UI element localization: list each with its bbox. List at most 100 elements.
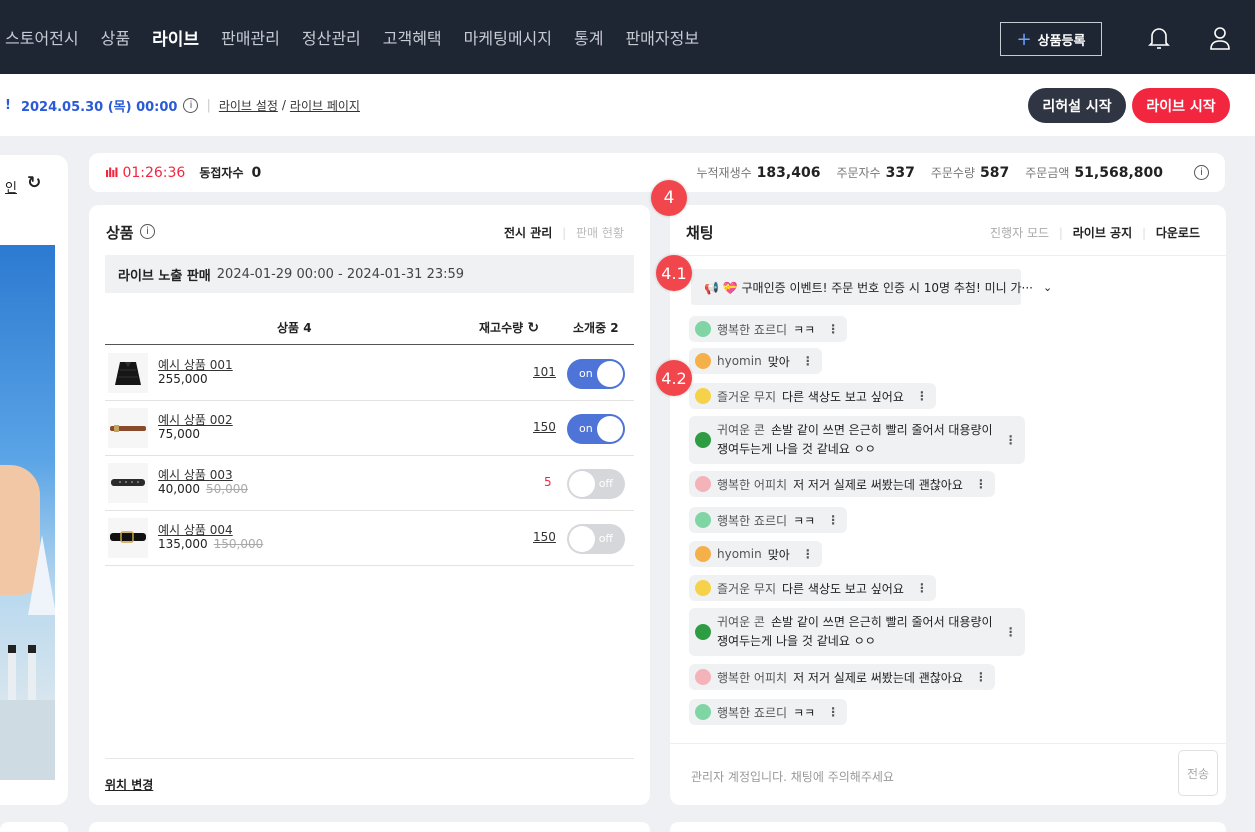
start-rehearsal-button[interactable]: 리허설 시작 [1028,88,1126,123]
info-icon[interactable]: i [183,97,199,113]
nav-item-settlement[interactable]: 정산관리 [291,25,372,49]
product-name[interactable]: 예시 상품 001 [158,356,233,373]
intro-toggle[interactable]: on [567,414,625,444]
avatar [695,669,711,685]
products-table-header: 상품 4 재고수량 ↻ 소개중 2 [105,307,634,345]
divider: | [206,97,211,113]
more-icon[interactable]: ⋮ [802,354,814,368]
stock-value[interactable]: 101 [533,365,556,379]
change-location-link[interactable]: 위치 변경 [105,758,634,793]
avatar [695,388,711,404]
nav-item-live[interactable]: 라이브 [141,25,210,50]
chat-message: 행복한 죠르디 ㅋㅋ ⋮ [689,316,848,342]
table-row[interactable]: 예시 상품 001 255,000 101 on [105,346,634,401]
tab-sales-status[interactable]: 판매 현황 [576,226,624,240]
tab-host-mode[interactable]: 진행자 모드 [990,226,1049,240]
product-bottle [8,645,16,700]
toggle-knob [597,416,623,442]
chat-nickname: 행복한 죠르디 [717,322,788,337]
chat-nickname: 즐거운 무지 [717,389,777,404]
tab-divider: | [562,226,567,240]
bell-icon[interactable] [1147,24,1171,52]
chat-nickname: 행복한 어피치 [717,670,788,685]
nav-item-store[interactable]: 스토어전시 [0,25,90,49]
nav-item-sales[interactable]: 판매관리 [210,25,291,49]
intro-toggle[interactable]: on [567,359,625,389]
more-icon[interactable]: ⋮ [827,705,839,719]
qty-value: 587 [980,164,1010,181]
user-icon[interactable] [1208,24,1232,52]
avatar [695,353,711,369]
more-icon[interactable]: ⋮ [975,670,987,684]
chat-text: ㅋㅋ [793,513,816,528]
preview-label[interactable]: 인 [5,177,17,196]
chat-text-line2: 쟁여두는게 나을 것 같네요 ㅇㅇ [717,634,876,648]
pinned-notice[interactable]: 📢 💝 구매인증 이벤트! 주문 번호 인증 시 10명 추첨! 미니 가···… [691,269,1052,305]
plus-icon: + [1016,28,1032,50]
product-name[interactable]: 예시 상품 003 [158,466,233,483]
info-icon[interactable]: i [1194,165,1209,180]
start-live-button[interactable]: 라이브 시작 [1132,88,1230,123]
table-row[interactable]: 예시 상품 004 135,000 150,000 150 off [105,511,634,566]
chat-nickname: hyomin [717,547,762,561]
table-row[interactable]: 예시 상품 002 75,000 150 on [105,401,634,456]
live-signal-icon: ılıl [105,165,118,180]
price-value: 135,000 [158,537,208,551]
annotation-marker: 4.1 [656,255,692,291]
amount-label: 주문금액 [1025,166,1070,180]
toggle-knob [597,361,623,387]
send-button[interactable]: 전송 [1178,750,1218,796]
chat-message: 행복한 어피치 저 저거 실제로 써봤는데 괜찮아요 ⋮ [689,664,995,690]
chat-panel: 채팅 진행자 모드 | 라이브 공지 | 다운로드 📢 💝 구매인증 이벤트! … [670,205,1226,805]
more-icon[interactable]: ⋮ [1005,625,1017,639]
more-icon[interactable]: ⋮ [975,477,987,491]
tab-download[interactable]: 다운로드 [1156,226,1200,240]
intro-toggle[interactable]: off [567,469,625,499]
stock-value: 5 [544,475,552,489]
panel-edge [89,822,650,832]
main-menu: 스토어전시 상품 라이브 판매관리 정산관리 고객혜택 마케팅메시지 통계 판매… [0,0,710,74]
sales-stats: 누적재생수 183,406 주문자수 337 주문수량 587 주문금액 51,… [696,164,1179,181]
live-datetime: 2024.05.30 (목) 00:00 [20,99,178,115]
info-icon[interactable]: i [140,224,155,239]
chat-text: 다른 색상도 보고 싶어요 [782,581,904,596]
chat-input[interactable]: 관리자 계정입니다. 채팅에 주의해주세요 [691,768,894,785]
more-icon[interactable]: ⋮ [916,389,928,403]
amount-value: 51,568,800 [1074,164,1163,181]
nav-item-product[interactable]: 상품 [90,25,141,49]
live-settings-link[interactable]: 라이브 설정 [219,97,278,114]
more-icon[interactable]: ⋮ [827,322,839,336]
stock-value[interactable]: 150 [533,530,556,544]
tab-display-manage[interactable]: 전시 관리 [504,226,552,240]
viewers-value: 0 [251,164,262,181]
live-page-link[interactable]: 라이브 페이지 [290,97,360,114]
more-icon[interactable]: ⋮ [802,547,814,561]
chat-message: 행복한 어피치 저 저거 실제로 써봤는데 괜찮아요 ⋮ [689,471,995,497]
stock-value[interactable]: 150 [533,420,556,434]
toggle-knob [569,526,595,552]
toggle-label: on [579,367,593,380]
chat-text: ㅋㅋ [793,322,816,337]
register-product-button[interactable]: + 상품등록 [1000,22,1102,56]
nav-item-benefit[interactable]: 고객혜택 [372,25,453,49]
refresh-icon[interactable]: ↻ [27,173,41,193]
chat-message: hyomin 맞아 ⋮ [689,541,822,567]
tab-live-notice[interactable]: 라이브 공지 [1073,226,1132,240]
nav-item-stats[interactable]: 통계 [563,25,614,49]
intro-toggle[interactable]: off [567,524,625,554]
product-name[interactable]: 예시 상품 002 [158,411,233,428]
more-icon[interactable]: ⋮ [1005,433,1017,447]
more-icon[interactable]: ⋮ [827,513,839,527]
chat-message: 귀여운 콘 손발 같이 쓰면 은근히 빨리 줄어서 대용량이 쟁여두는게 나을 것… [689,608,1025,656]
nav-item-seller[interactable]: 판매자정보 [614,25,710,49]
more-icon[interactable]: ⋮ [916,581,928,595]
table-row[interactable]: 예시 상품 003 40,000 50,000 5 off [105,456,634,511]
refresh-icon[interactable]: ↻ [527,320,539,336]
chat-title: 채팅 [686,224,714,242]
chevron-down-icon[interactable]: ⌄ [1043,281,1052,294]
slash-divider: / [281,98,286,112]
nav-item-marketing[interactable]: 마케팅메시지 [453,25,563,49]
price-value: 75,000 [158,427,200,441]
chat-body: 귀여운 콘 손발 같이 쓰면 은근히 빨리 줄어서 대용량이 쟁여두는게 나을 것… [717,613,993,651]
product-name[interactable]: 예시 상품 004 [158,521,233,538]
